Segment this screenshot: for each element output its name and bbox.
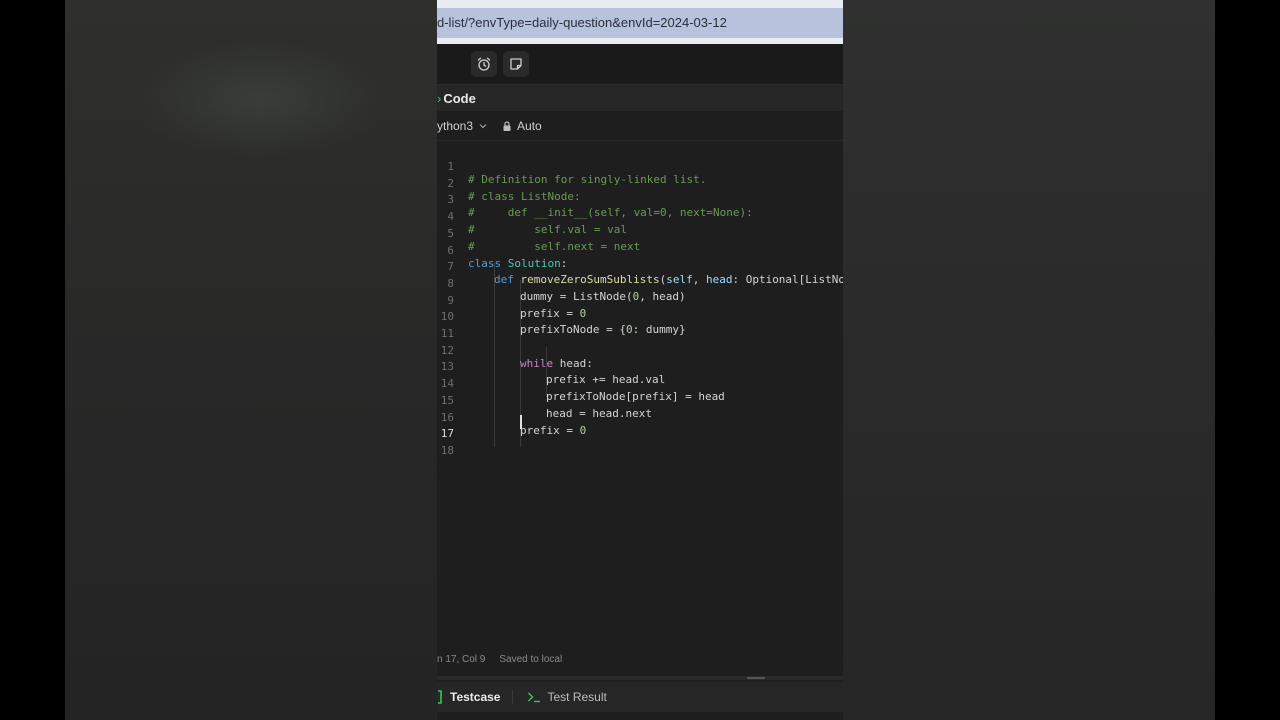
code-line: 4 # self.val = val: [437, 196, 843, 236]
code-line: 12 while head:: [437, 330, 843, 370]
code-line: 14 prefixToNode[prefix] = head: [437, 363, 843, 403]
code-line: 6 class Solution:: [437, 230, 843, 270]
tab-testcase[interactable]: Testcase: [437, 690, 500, 704]
note-button[interactable]: [503, 51, 529, 77]
lock-icon: [503, 120, 511, 131]
editor-toolbar: [437, 44, 843, 85]
code-editor[interactable]: 1 # Definition for singly-linked list. 2…: [437, 146, 843, 646]
code-line: 10 prefixToNode = {0: dummy}: [437, 296, 843, 336]
tab-test-result[interactable]: Test Result: [527, 690, 607, 704]
code-line: 2 # class ListNode:: [437, 163, 843, 203]
text-cursor: [520, 414, 522, 429]
alarm-icon: [477, 57, 491, 71]
editor-status-bar: n 17, Col 9 Saved to local: [437, 650, 843, 668]
background-blur-right: [843, 0, 1280, 720]
code-line: 13 prefix += head.val: [437, 346, 843, 386]
code-panel-header: › Code: [437, 85, 843, 111]
code-line: 16 prefix = 0: [437, 397, 843, 437]
code-line: 5 # self.next = next: [437, 213, 843, 253]
background-blur-left: [0, 0, 437, 720]
auto-mode-label: Auto: [517, 119, 542, 133]
code-panel-title: Code: [443, 90, 476, 106]
url-text: d-list/?envType=daily-question&envId=202…: [437, 15, 727, 30]
tab-divider: [512, 690, 514, 704]
line-number: 18: [440, 443, 454, 457]
address-bar[interactable]: d-list/?envType=daily-question&envId=202…: [437, 8, 843, 38]
panel-resize-handle[interactable]: [437, 676, 843, 680]
code-line: 3 # def __init__(self, val=0, next=None)…: [437, 179, 843, 219]
code-line: 8 dummy = ListNode(0, head): [437, 263, 843, 303]
code-line: 18: [437, 430, 843, 457]
cursor-position: n 17, Col 9: [437, 653, 486, 665]
language-selector[interactable]: ython3: [437, 119, 488, 133]
alarm-button[interactable]: [471, 51, 497, 77]
bottom-panel-tabs: Testcase Test Result: [437, 682, 843, 712]
language-bar: ython3 Auto: [437, 112, 843, 141]
browser-chrome: d-list/?envType=daily-question&envId=202…: [437, 0, 843, 44]
tab-testcase-label: Testcase: [450, 690, 501, 704]
code-line: 9 prefix = 0: [437, 280, 843, 320]
code-line: 17: [437, 413, 843, 440]
code-chevron-icon: ›: [437, 90, 442, 106]
chevron-down-icon: [479, 124, 487, 129]
code-line: 15 head = head.next: [437, 380, 843, 420]
code-line: 1 # Definition for singly-linked list.: [437, 146, 843, 186]
bracket-icon: [438, 690, 442, 704]
language-label: ython3: [437, 119, 474, 133]
tab-test-result-label: Test Result: [547, 690, 607, 704]
auto-mode-toggle[interactable]: Auto: [502, 119, 542, 133]
code-line: 7 def removeZeroSumSublists(self, head: …: [437, 246, 843, 286]
save-status: Saved to local: [499, 653, 563, 665]
terminal-icon: [528, 692, 541, 703]
code-line: 11: [437, 313, 843, 340]
note-icon: [510, 58, 522, 70]
screen-recording-frame: d-list/?envType=daily-question&envId=202…: [437, 0, 843, 720]
